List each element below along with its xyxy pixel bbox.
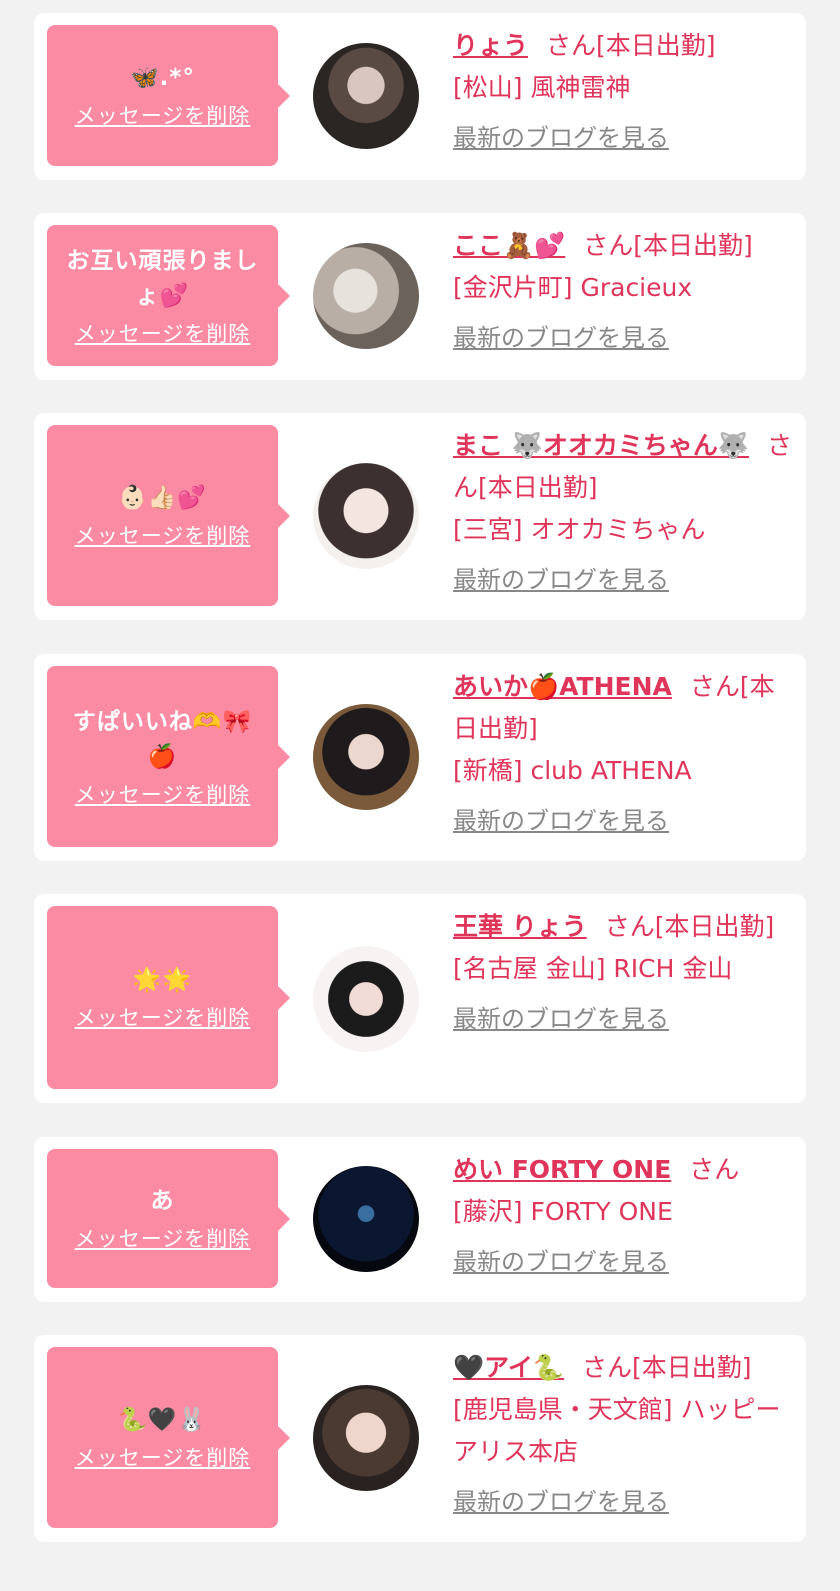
cast-info: まこ 🐺オオカミちゃん🐺 さん[本日出勤] [三宮] オオカミちゃん 最新のブログ… (453, 425, 792, 601)
message-text: 🐍🖤🐰 (118, 1407, 207, 1433)
honorific: さん (604, 912, 655, 941)
delete-message-link[interactable]: メッセージを削除 (75, 1002, 251, 1032)
cast-name-link[interactable]: めい FORTY ONE (453, 1155, 671, 1184)
area-label: [三宮] (453, 515, 523, 544)
avatar[interactable] (313, 243, 419, 349)
cast-name-link[interactable]: あいか🍎ATHENA (453, 672, 672, 701)
work-status: [本日出勤] (596, 31, 716, 60)
work-status: [本日出勤] (478, 473, 598, 502)
delete-message-link[interactable]: メッセージを削除 (75, 100, 251, 130)
latest-blog-link[interactable]: 最新のブログを見る (453, 1241, 669, 1283)
area-label: [鹿児島県・天文館] (453, 1395, 673, 1424)
cast-info: 🖤アイ🐍 さん[本日出勤] [鹿児島県・天文館] ハッピーアリス本店 最新のブログ… (453, 1347, 792, 1523)
message-card: 👶🏻👍🏻💕 メッセージを削除 まこ 🐺オオカミちゃん🐺 さん[本日出勤] [三宮]… (34, 413, 806, 620)
cast-info: りょう さん[本日出勤] [松山] 風神雷神 最新のブログを見る (453, 25, 792, 159)
honorific: さん (689, 672, 740, 701)
latest-blog-link[interactable]: 最新のブログを見る (453, 117, 669, 159)
latest-blog-link[interactable]: 最新のブログを見る (453, 800, 669, 842)
message-card: お互い頑張りましょ💕 メッセージを削除 ここ🧸💕 さん[本日出勤] [金沢片町] … (34, 213, 806, 380)
work-status: [本日出勤] (633, 231, 753, 260)
area-label: [名古屋 金山] (453, 954, 606, 983)
avatar[interactable] (313, 1166, 419, 1272)
cast-info: あいか🍎ATHENA さん[本日出勤] [新橋] club ATHENA 最新のブ… (453, 666, 792, 842)
message-bubble: あ メッセージを削除 (47, 1149, 290, 1288)
work-status: [本日出勤] (632, 1353, 752, 1382)
message-text: 🌟🌟 (132, 967, 193, 993)
message-text: あ (150, 1188, 175, 1214)
avatar[interactable] (313, 463, 419, 569)
shop-name: オオカミちゃん (530, 515, 706, 544)
cast-name-link[interactable]: まこ 🐺オオカミちゃん🐺 (453, 431, 749, 460)
latest-blog-link[interactable]: 最新のブログを見る (453, 998, 669, 1040)
message-card: すぱいいね🫶🎀🍎 メッセージを削除 あいか🍎ATHENA さん[本日出勤] [新橋… (34, 654, 806, 861)
delete-message-link[interactable]: メッセージを削除 (75, 779, 251, 809)
message-bubble: 🌟🌟 メッセージを削除 (47, 906, 290, 1089)
latest-blog-link[interactable]: 最新のブログを見る (453, 1481, 669, 1523)
cast-info: ここ🧸💕 さん[本日出勤] [金沢片町] Gracieux 最新のブログを見る (453, 225, 792, 359)
shop-name: RICH 金山 (613, 954, 733, 983)
work-status: [本日出勤] (654, 912, 775, 941)
message-list: 🦋.*° メッセージを削除 りょう さん[本日出勤] [松山] 風神雷神 最新のブ… (0, 0, 840, 1591)
message-text: お互い頑張りましょ💕 (66, 247, 259, 309)
message-card: 🐍🖤🐰 メッセージを削除 🖤アイ🐍 さん[本日出勤] [鹿児島県・天文館] ハッピ… (34, 1335, 806, 1542)
message-text: すぱいいね🫶🎀🍎 (72, 708, 253, 770)
message-bubble: 🐍🖤🐰 メッセージを削除 (47, 1347, 290, 1528)
shop-name: FORTY ONE (530, 1197, 673, 1226)
delete-message-link[interactable]: メッセージを削除 (75, 520, 251, 550)
delete-message-link[interactable]: メッセージを削除 (75, 1223, 251, 1253)
honorific: さん (583, 231, 634, 260)
message-bubble: 👶🏻👍🏻💕 メッセージを削除 (47, 425, 290, 606)
cast-name-link[interactable]: 王華 りょう (453, 912, 587, 941)
message-text: 👶🏻👍🏻💕 (118, 485, 207, 511)
area-label: [新橋] (453, 756, 523, 785)
cast-name-link[interactable]: りょう (453, 31, 528, 60)
avatar[interactable] (313, 946, 419, 1052)
avatar[interactable] (313, 704, 419, 810)
avatar[interactable] (313, 43, 419, 149)
area-label: [金沢片町] (453, 273, 573, 302)
message-card: 🦋.*° メッセージを削除 りょう さん[本日出勤] [松山] 風神雷神 最新のブ… (34, 13, 806, 180)
message-text: 🦋.*° (130, 65, 195, 91)
cast-name-link[interactable]: ここ🧸💕 (453, 231, 565, 260)
avatar[interactable] (313, 1385, 419, 1491)
latest-blog-link[interactable]: 最新のブログを見る (453, 317, 669, 359)
shop-name: club ATHENA (530, 756, 692, 785)
message-bubble: すぱいいね🫶🎀🍎 メッセージを削除 (47, 666, 290, 847)
shop-name: Gracieux (580, 273, 693, 302)
cast-name-link[interactable]: 🖤アイ🐍 (453, 1353, 564, 1382)
message-card: 🌟🌟 メッセージを削除 王華 りょう さん[本日出勤] [名古屋 金山] RICH… (34, 894, 806, 1103)
message-card: あ メッセージを削除 めい FORTY ONE さん [藤沢] FORTY ONE… (34, 1137, 806, 1302)
shop-name: 風神雷神 (530, 73, 631, 102)
message-bubble: お互い頑張りましょ💕 メッセージを削除 (47, 225, 290, 366)
cast-info: めい FORTY ONE さん [藤沢] FORTY ONE 最新のブログを見る (453, 1149, 792, 1283)
honorific: さん (582, 1353, 633, 1382)
delete-message-link[interactable]: メッセージを削除 (75, 318, 251, 348)
area-label: [藤沢] (453, 1197, 523, 1226)
latest-blog-link[interactable]: 最新のブログを見る (453, 559, 669, 601)
message-bubble: 🦋.*° メッセージを削除 (47, 25, 290, 166)
delete-message-link[interactable]: メッセージを削除 (75, 1442, 251, 1472)
honorific: さん (689, 1155, 740, 1184)
area-label: [松山] (453, 73, 523, 102)
cast-info: 王華 りょう さん[本日出勤] [名古屋 金山] RICH 金山 最新のブログを見… (453, 906, 792, 1040)
honorific: さん (546, 31, 597, 60)
